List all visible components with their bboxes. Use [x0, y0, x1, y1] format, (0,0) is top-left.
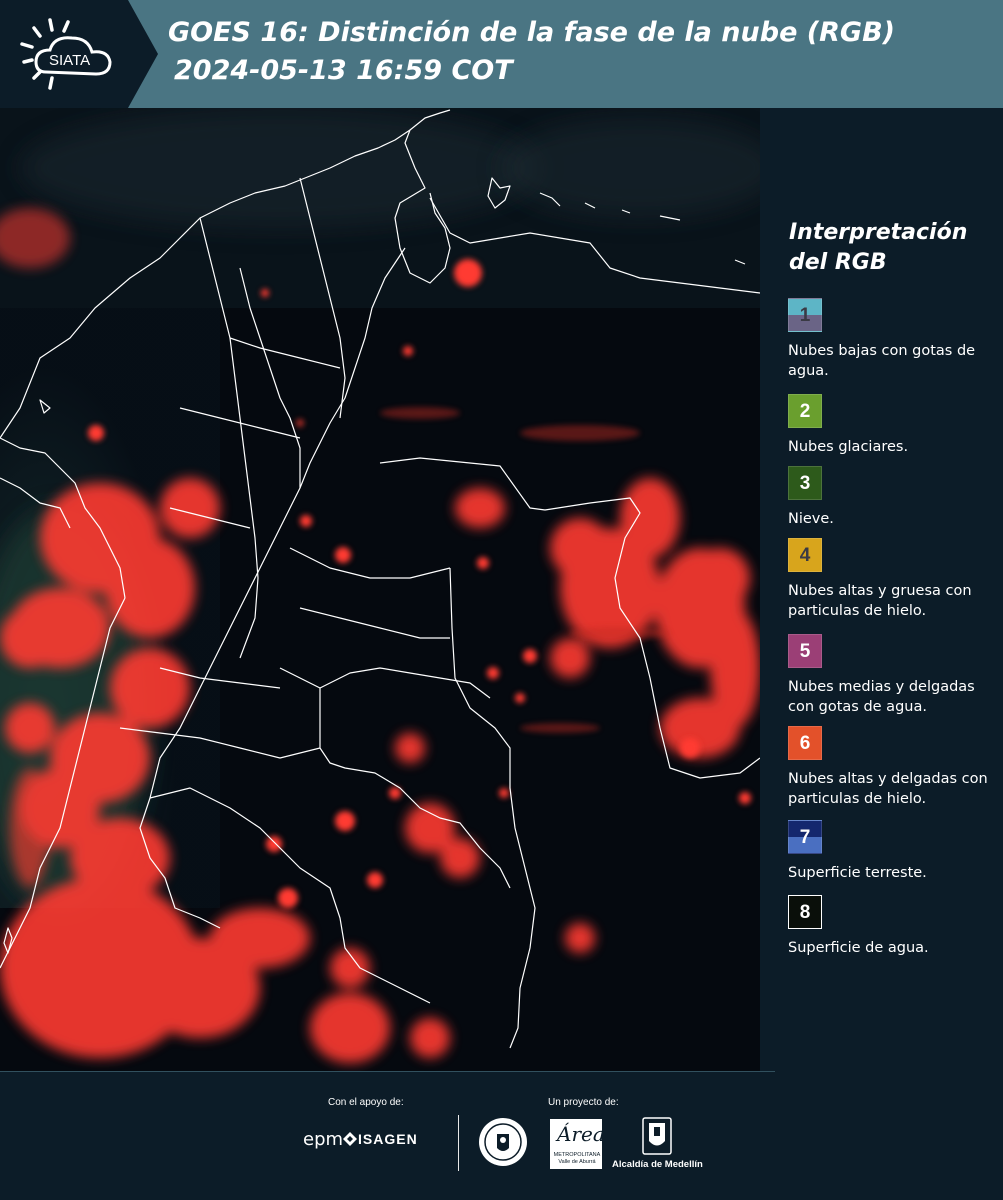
- alcaldia-logo-text: Alcaldía de Medellín: [612, 1159, 703, 1170]
- isagen-logo: ISAGEN: [358, 1131, 418, 1147]
- satellite-map: [0, 108, 760, 1071]
- siata-logo: SIATA: [0, 0, 160, 108]
- area-logo-subtext: METROPOLITANA Valle de Aburrá: [553, 1152, 601, 1165]
- project-label: Un proyecto de:: [548, 1097, 619, 1108]
- footer: Con el apoyo de: Un proyecto de: epm ISA…: [0, 1071, 1003, 1200]
- legend-item-6: 6 Nubes altas y delgadas con particulas …: [788, 726, 998, 809]
- legend-swatch-8: 8: [788, 895, 822, 929]
- legend-item-8: 8 Superficie de agua.: [788, 895, 998, 958]
- legend-number: 2: [799, 401, 811, 422]
- legend-label: Nubes altas y delgadas con particulas de…: [788, 771, 988, 807]
- legend-number: 6: [799, 733, 811, 754]
- legend-label: Nubes glaciares.: [788, 439, 909, 455]
- legend-item-4: 4 Nubes altas y gruesa con particulas de…: [788, 538, 998, 621]
- legend-swatch-6: 6: [788, 726, 822, 760]
- page-title: GOES 16: Distinción de la fase de la nub…: [168, 14, 895, 90]
- legend-label: Nubes medias y delgadas con gotas de agu…: [788, 679, 975, 715]
- legend-item-7: 7 Superficie terreste.: [788, 820, 998, 883]
- legend-number: 8: [799, 902, 811, 923]
- legend-label: Nubes altas y gruesa con particulas de h…: [788, 583, 972, 619]
- legend-panel: Interpretación del RGB 1 Nubes bajas con…: [760, 108, 1003, 1071]
- university-seal-icon: [479, 1118, 527, 1166]
- legend-swatch-4: 4: [788, 538, 822, 572]
- legend-label: Superficie de agua.: [788, 940, 929, 956]
- legend-item-5: 5 Nubes medias y delgadas con gotas de a…: [788, 634, 998, 717]
- isagen-logo-icon: [343, 1132, 357, 1146]
- area-metropolitana-logo: Área METROPOLITANA Valle de Aburrá: [550, 1119, 605, 1169]
- legend-label: Nubes bajas con gotas de agua.: [788, 343, 976, 379]
- map-canvas: [0, 108, 760, 1071]
- legend-swatch-2: 2: [788, 394, 822, 428]
- legend-swatch-5: 5: [788, 634, 822, 668]
- legend-item-1: 1 Nubes bajas con gotas de agua.: [788, 298, 998, 381]
- legend-swatch-1: 1: [788, 298, 822, 332]
- legend-swatch-7: 7: [788, 820, 822, 854]
- title-line-2: 2024-05-13 16:59 COT: [174, 55, 513, 86]
- legend-number: 7: [799, 827, 811, 848]
- legend-label: Nieve.: [788, 511, 834, 527]
- support-label: Con el apoyo de:: [328, 1097, 404, 1108]
- title-line-1: GOES 16: Distinción de la fase de la nub…: [168, 17, 895, 48]
- legend-title: Interpretación del RGB: [789, 220, 968, 275]
- footer-divider-line: [0, 1071, 775, 1072]
- epm-logo: epm: [303, 1129, 344, 1150]
- legend-number: 4: [799, 545, 811, 566]
- legend-label: Superficie terreste.: [788, 865, 927, 881]
- legend-number: 3: [799, 473, 811, 494]
- footer-vertical-divider: [458, 1115, 459, 1171]
- header-bar: SIATA GOES 16: Distinción de la fase de …: [0, 0, 1003, 108]
- area-logo-text: Área: [557, 1122, 605, 1146]
- legend-number: 1: [799, 305, 811, 326]
- legend-item-3: 3 Nieve.: [788, 466, 998, 529]
- svg-text:SIATA: SIATA: [49, 52, 90, 69]
- alcaldia-shield-icon: [642, 1117, 672, 1155]
- legend-swatch-3: 3: [788, 466, 822, 500]
- legend-item-2: 2 Nubes glaciares.: [788, 394, 998, 457]
- legend-number: 5: [799, 641, 811, 662]
